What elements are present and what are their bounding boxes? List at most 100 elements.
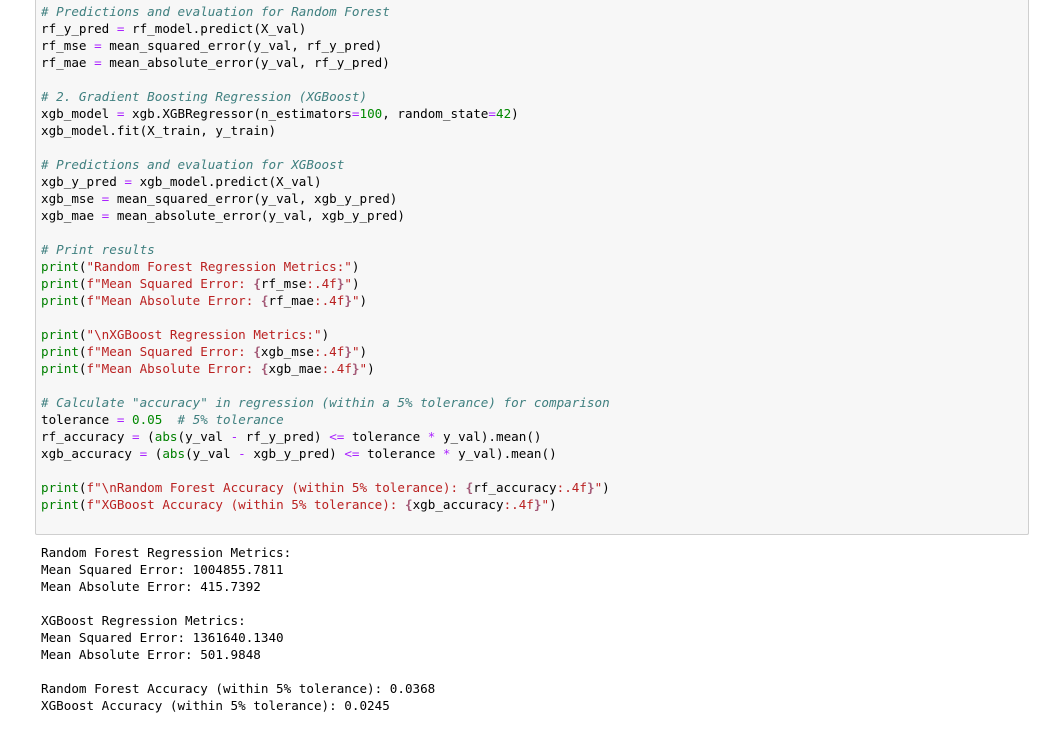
code-token: print (41, 361, 79, 376)
code-token: mean_squared_error(y_val, xgb_y_pred) (109, 191, 398, 206)
code-token: { (253, 276, 261, 291)
code-token: # Predictions and evaluation for XGBoost (41, 157, 345, 172)
code-token: } (344, 344, 352, 359)
code-token: "Random Forest Regression Metrics:" (86, 259, 352, 274)
output-line: Mean Squared Error: 1361640.1340 (41, 630, 284, 645)
code-token: " (351, 293, 360, 308)
code-token: xgb_y_pred) (245, 446, 345, 461)
code-token: f"Mean Absolute Error: (86, 361, 261, 376)
code-token: " (351, 344, 360, 359)
code-token: print (41, 259, 79, 274)
code-token: xgb_accuracy (41, 446, 140, 461)
code-token: # 5% tolerance (177, 412, 284, 427)
code-token: f"XGBoost Accuracy (within 5% tolerance)… (86, 497, 405, 512)
code-token: :.4f (314, 344, 345, 359)
output-line: Random Forest Regression Metrics: (41, 545, 292, 560)
code-line: print(f"\nRandom Forest Accuracy (within… (41, 479, 610, 496)
code-token: ( (78, 361, 87, 376)
code-token: ( (78, 497, 87, 512)
output-line: XGBoost Accuracy (within 5% tolerance): … (41, 698, 390, 713)
code-token: " (541, 497, 550, 512)
code-token: ( (78, 344, 87, 359)
code-token: xgb_mse (260, 344, 314, 359)
code-token: # Calculate "accuracy" in regression (wi… (41, 395, 610, 410)
code-line: # Calculate "accuracy" in regression (wi… (41, 394, 610, 411)
code-token: :.4f (306, 276, 337, 291)
code-token: abs (162, 446, 186, 461)
output-line: Mean Absolute Error: 501.9848 (41, 647, 261, 662)
code-token: ) (359, 293, 368, 308)
code-token: xgb_mae (268, 361, 322, 376)
code-token: { (404, 497, 413, 512)
code-token: # Predictions and evaluation for Random … (41, 4, 390, 19)
code-token: rf_y_pred) (238, 429, 330, 444)
code-token: :.4f (321, 361, 352, 376)
code-token: ( (147, 446, 163, 461)
code-token: xgb.XGBRegressor(n_estimators (124, 106, 352, 121)
code-token: ) (511, 106, 519, 121)
code-token: mean_absolute_error(y_val, rf_y_pred) (101, 55, 390, 70)
code-token: print (41, 293, 79, 308)
code-token: :.4f (556, 480, 587, 495)
code-token: xgb_accuracy (412, 497, 504, 512)
code-line: print("\nXGBoost Regression Metrics:") (41, 326, 610, 343)
code-token: tolerance (344, 429, 428, 444)
code-token: mean_absolute_error(y_val, xgb_y_pred) (109, 208, 405, 223)
code-token: 42 (495, 106, 512, 121)
code-token: ( (78, 293, 87, 308)
code-token: } (351, 361, 360, 376)
code-line: rf_mse = mean_squared_error(y_val, rf_y_… (41, 37, 610, 54)
code-line: xgb_mae = mean_absolute_error(y_val, xgb… (41, 207, 610, 224)
code-token: , random_state (382, 106, 489, 121)
code-token: (y_val (185, 446, 239, 461)
code-token: (y_val (177, 429, 231, 444)
code-token: # Print results (41, 242, 155, 257)
code-cell[interactable]: # Predictions and evaluation for Random … (35, 0, 1029, 535)
code-token: ( (78, 327, 87, 342)
code-token: rf_mae (41, 55, 95, 70)
code-token: <= (344, 446, 360, 461)
code-line: tolerance = 0.05 # 5% tolerance (41, 411, 610, 428)
code-token: ) (367, 361, 375, 376)
code-token: ) (351, 259, 360, 274)
code-token: print (41, 497, 79, 512)
code-token: - (238, 446, 246, 461)
code-token: :.4f (503, 497, 534, 512)
code-line: xgb_y_pred = xgb_model.predict(X_val) (41, 173, 610, 190)
code-token: 100 (359, 106, 383, 121)
code-token: print (41, 276, 79, 291)
output-line: Mean Squared Error: 1004855.7811 (41, 562, 284, 577)
code-token: * (442, 446, 451, 461)
code-line: # Predictions and evaluation for XGBoost (41, 156, 610, 173)
code-token: abs (154, 429, 178, 444)
code-token: ( (78, 480, 87, 495)
code-editor[interactable]: # Predictions and evaluation for Random … (41, 3, 610, 513)
code-line: xgb_accuracy = (abs(y_val - xgb_y_pred) … (41, 445, 610, 462)
code-token: f"Mean Absolute Error: (86, 293, 261, 308)
code-line: rf_accuracy = (abs(y_val - rf_y_pred) <=… (41, 428, 610, 445)
code-token: <= (329, 429, 345, 444)
code-token: :.4f (314, 293, 345, 308)
code-token: } (533, 497, 542, 512)
code-line: print(f"Mean Absolute Error: {xgb_mae:.4… (41, 360, 610, 377)
code-token: rf_mse (41, 38, 95, 53)
code-token: print (41, 327, 79, 342)
code-token: ( (78, 259, 87, 274)
code-line: print(f"XGBoost Accuracy (within 5% tole… (41, 496, 610, 513)
code-token: = (94, 55, 102, 70)
output-area: Random Forest Regression Metrics: Mean Sq… (41, 544, 435, 714)
code-token: ) (351, 276, 360, 291)
output-line: XGBoost Regression Metrics: (41, 613, 246, 628)
code-line: xgb_model = xgb.XGBRegressor(n_estimator… (41, 105, 610, 122)
code-token: rf_model.predict(X_val) (124, 21, 307, 36)
code-line: # 2. Gradient Boosting Regression (XGBoo… (41, 88, 610, 105)
code-token: 0.05 (132, 412, 163, 427)
code-token: xgb_y_pred (41, 174, 125, 189)
code-line: rf_mae = mean_absolute_error(y_val, rf_y… (41, 54, 610, 71)
code-token: rf_accuracy (473, 480, 557, 495)
